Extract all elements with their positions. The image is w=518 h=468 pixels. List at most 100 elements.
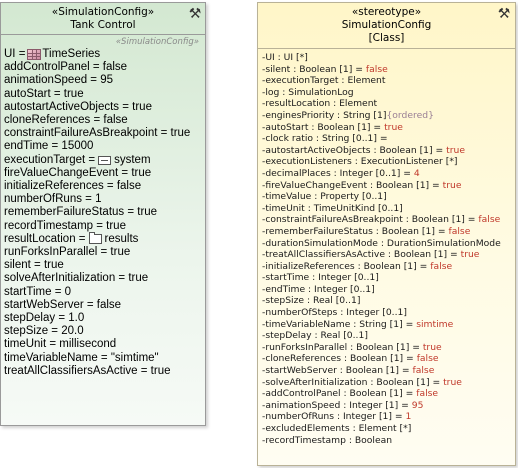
slot-row[interactable]: treatAllClassifiersAsActive = true — [4, 365, 203, 378]
slot-name: executionTarget = — [4, 153, 96, 166]
attribute-row[interactable]: -endTime : Integer [0..1] — [262, 284, 513, 296]
attribute-text: -timeValue : Property [0..1] — [262, 191, 387, 203]
attribute-row[interactable]: -log : SimulationLog — [262, 87, 513, 99]
slot-row[interactable]: rememberFailureStatus = true — [4, 206, 203, 219]
attribute-text: -UI : UI [*] — [262, 52, 308, 63]
attribute-text: -fireValueChangeEvent : Boolean [1] = — [262, 179, 443, 191]
attribute-text: -recordTimestamp : Boolean — [262, 434, 393, 446]
slot-row[interactable]: UI = TimeSeries — [4, 48, 203, 61]
attribute-text: -decimalPlaces : Integer [0..1] = — [262, 167, 414, 179]
slot-name: stepSize = 20.0 — [4, 325, 84, 338]
attribute-text: -autostartActiveObjects : Boolean [1] = — [262, 144, 447, 156]
attribute-row[interactable]: -addControlPanel : Boolean [1] = false — [262, 388, 513, 400]
attribute-default-value: 4 — [413, 167, 420, 179]
attribute-text: -numberOfSteps : Integer [0..1] — [262, 307, 407, 319]
attribute-row[interactable]: -rememberFailureStatus : Boolean [1] = f… — [262, 226, 513, 238]
wrench-icon[interactable]: ⚒ — [187, 6, 203, 22]
header-divider — [1, 34, 205, 35]
attribute-row[interactable]: -stepSize : Real [0..1] — [262, 295, 513, 307]
attribute-text: -endTime : Integer [0..1] — [262, 283, 375, 295]
slot-row[interactable]: cloneReferences = false — [4, 114, 203, 127]
attribute-row[interactable]: -executionListeners : ExecutionListener … — [262, 156, 513, 168]
attribute-text: -animationSpeed : Integer [1] = — [262, 399, 412, 411]
attribute-default-value: false — [365, 63, 388, 75]
slot-name: animationSpeed = 95 — [4, 74, 114, 87]
attribute-row[interactable]: -recordTimestamp : Boolean — [262, 435, 513, 447]
attribute-row[interactable]: -UI : UI [*] — [262, 52, 513, 64]
attribute-text: -executionListeners : ExecutionListener … — [262, 156, 458, 168]
attribute-default-value: true — [422, 341, 442, 353]
slot-row[interactable]: startWebServer = false — [4, 299, 203, 312]
attribute-text: -resultLocation : Element — [262, 98, 378, 110]
slot-row[interactable]: endTime = 15000 — [4, 140, 203, 153]
attribute-text: -timeVariableName : String [1] = — [262, 318, 417, 330]
slot-row[interactable]: numberOfRuns = 1 — [4, 193, 203, 206]
attribute-row[interactable]: -timeUnit : TimeUnitKind [0..1] — [262, 203, 513, 215]
header-divider — [258, 48, 515, 49]
attribute-default-value: false — [416, 388, 439, 400]
slot-row[interactable]: resultLocation = results — [4, 232, 203, 246]
folder-icon — [88, 232, 102, 245]
slot-row[interactable]: timeUnit = millisecond — [4, 338, 203, 351]
slot-row[interactable]: recordTimestamp = true — [4, 220, 203, 233]
slot-value: results — [104, 232, 139, 245]
class-stereotype-label: «stereotype» — [351, 6, 422, 18]
attribute-row[interactable]: -fireValueChangeEvent : Boolean [1] = tr… — [262, 180, 513, 192]
slot-row[interactable]: constraintFailureAsBreakpoint = true — [4, 127, 203, 140]
attribute-row[interactable]: -clock ratio : String [0..1] = — [262, 133, 513, 145]
attribute-text: -startTime : Integer [0..1] — [262, 272, 379, 284]
attribute-row[interactable]: -startTime : Integer [0..1] — [262, 272, 513, 284]
wrench-icon[interactable]: ⚒ — [496, 6, 512, 22]
attribute-default-value: 95 — [411, 399, 424, 411]
slot-row[interactable]: runForksInParallel = true — [4, 246, 203, 259]
attribute-row[interactable]: -initializeReferences : Boolean [1] = fa… — [262, 261, 513, 273]
attribute-row[interactable]: -executionTarget : Element — [262, 75, 513, 87]
attribute-row[interactable]: -animationSpeed : Integer [1] = 95 — [262, 400, 513, 412]
slot-row[interactable]: autoStart = true — [4, 88, 203, 101]
slot-row[interactable]: initializeReferences = false — [4, 180, 203, 193]
slot-row[interactable]: timeVariableName = "simtime" — [4, 352, 203, 365]
attribute-row[interactable]: -enginesPriority : String [1]{ordered} — [262, 110, 513, 122]
slot-row[interactable]: addControlPanel = false — [4, 61, 203, 74]
slot-name: constraintFailureAsBreakpoint = true — [4, 127, 191, 140]
simulationconfig-class-shape[interactable]: ⚒ «stereotype» SimulationConfig [Class] … — [257, 2, 516, 466]
attribute-row[interactable]: -numberOfRuns : Integer [1] = 1 — [262, 411, 513, 423]
slot-name: endTime = 15000 — [4, 140, 94, 153]
slot-row[interactable]: fireValueChangeEvent = true — [4, 167, 203, 180]
slot-row[interactable]: stepDelay = 1.0 — [4, 312, 203, 325]
attribute-text: -stepDelay : Real [0..1] — [262, 330, 368, 342]
attribute-row[interactable]: -timeVariableName : String [1] = simtime — [262, 319, 513, 331]
attribute-row[interactable]: -durationSimulationMode : DurationSimula… — [262, 238, 513, 250]
attribute-row[interactable]: -autoStart : Boolean [1] = true — [262, 122, 513, 134]
attribute-row[interactable]: -decimalPlaces : Integer [0..1] = 4 — [262, 168, 513, 180]
slot-name: cloneReferences = false — [4, 114, 128, 127]
attribute-row[interactable]: -numberOfSteps : Integer [0..1] — [262, 307, 513, 319]
attribute-row[interactable]: -startWebServer : Boolean [1] = false — [262, 365, 513, 377]
attribute-default-value: false — [448, 225, 471, 237]
slot-row[interactable]: solveAfterInitialization = true — [4, 272, 203, 285]
slot-name: numberOfRuns = 1 — [4, 193, 102, 206]
attribute-row[interactable]: -solveAfterInitialization : Boolean [1] … — [262, 377, 513, 389]
slot-row[interactable]: silent = true — [4, 259, 203, 272]
attribute-row[interactable]: -cloneReferences : Boolean [1] = false — [262, 353, 513, 365]
attribute-row[interactable]: -stepDelay : Real [0..1] — [262, 330, 513, 342]
attribute-row[interactable]: -runForksInParallel : Boolean [1] = true — [262, 342, 513, 354]
slot-row[interactable]: autostartActiveObjects = true — [4, 101, 203, 114]
slot-row[interactable]: startTime = 0 — [4, 286, 203, 299]
tank-control-instance-shape[interactable]: ⚒ «SimulationConfig» Tank Control «Simul… — [0, 2, 206, 426]
attribute-row[interactable]: -silent : Boolean [1] = false — [262, 64, 513, 76]
attribute-row[interactable]: -excludedElements : Element [*] — [262, 423, 513, 435]
attribute-row[interactable]: -autostartActiveObjects : Boolean [1] = … — [262, 145, 513, 157]
slot-name: UI = — [4, 48, 26, 60]
slot-name: autostartActiveObjects = true — [4, 100, 152, 113]
slot-name: treatAllClassifiersAsActive = true — [4, 364, 171, 377]
attribute-row[interactable]: -resultLocation : Element — [262, 98, 513, 110]
attribute-row[interactable]: -timeValue : Property [0..1] — [262, 191, 513, 203]
slot-value: system — [114, 153, 151, 166]
slot-row[interactable]: stepSize = 20.0 — [4, 325, 203, 338]
attribute-row[interactable]: -treatAllClassifiersAsActive : Boolean [… — [262, 249, 513, 261]
slot-row[interactable]: executionTarget = system — [4, 154, 203, 167]
attribute-row[interactable]: -constraintFailureAsBreakpoint : Boolean… — [262, 214, 513, 226]
attribute-text: -constraintFailureAsBreakpoint : Boolean… — [262, 214, 479, 226]
slot-row[interactable]: animationSpeed = 95 — [4, 74, 203, 87]
